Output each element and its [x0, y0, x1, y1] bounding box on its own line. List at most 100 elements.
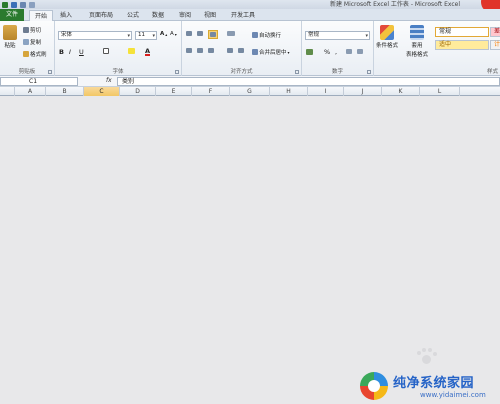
paw-watermark-icon [415, 348, 437, 366]
align-bottom-icon [210, 32, 216, 37]
wrap-text-button[interactable]: 自动换行 [252, 31, 281, 39]
comma-style-button[interactable]: , [335, 48, 337, 56]
increase-indent-button[interactable] [238, 48, 244, 53]
group-label-number: 数字 [331, 69, 343, 75]
save-icon[interactable] [11, 1, 17, 8]
column-header-k[interactable]: K [382, 87, 420, 96]
tab-insert[interactable]: 插入 [55, 10, 77, 21]
align-left-button[interactable] [186, 48, 192, 53]
merge-center-button[interactable]: 合并后居中 ▾ [252, 48, 290, 56]
shrink-font-button[interactable]: A ▾ [170, 31, 177, 37]
paste-button[interactable]: 粘贴 [3, 25, 17, 49]
orientation-icon [227, 31, 235, 36]
decrease-decimal-button[interactable] [357, 49, 363, 54]
tab-page-layout[interactable]: 页面布局 [84, 10, 118, 21]
group-styles: 条件格式 套用 表格格式 常规 差 适中 计 样式 [374, 21, 500, 76]
tab-data[interactable]: 数据 [147, 10, 169, 21]
format-painter-button[interactable]: 格式刷 [23, 50, 47, 58]
merge-center-label: 合并后居中 [259, 50, 287, 56]
copy-button[interactable]: 复制 [23, 38, 41, 46]
format-as-table-line1: 套用 [411, 43, 423, 49]
fill-color-button[interactable] [128, 48, 135, 54]
insert-function-button[interactable]: fx [106, 77, 112, 84]
column-header-c[interactable]: C [84, 87, 120, 96]
group-font: 宋体 ▾ 11 ▾ A ▴ A ▾ B I U A 字体 [55, 21, 182, 76]
watermark-text: 纯净系统家园 [393, 376, 475, 391]
window-title: 新建 Microsoft Excel 工作表 - Microsoft Excel [330, 1, 461, 8]
border-button[interactable] [103, 48, 109, 54]
column-headers: ABCDEFGHIJKL [0, 87, 500, 96]
align-bottom-button[interactable] [208, 30, 218, 39]
decrease-indent-icon [227, 48, 233, 53]
group-clipboard: 粘贴 剪切 复制 格式刷 剪贴板 [0, 21, 55, 76]
formula-input[interactable]: 类别 [117, 77, 500, 86]
tab-formulas[interactable]: 公式 [122, 10, 144, 21]
brush-icon [23, 51, 29, 57]
column-header-j[interactable]: J [344, 87, 382, 96]
increase-decimal-button[interactable] [346, 49, 352, 54]
ribbon-home: 粘贴 剪切 复制 格式刷 剪贴板 宋体 ▾ 11 ▾ A ▴ A ▾ B I U… [0, 21, 500, 76]
column-header-l[interactable]: L [420, 87, 460, 96]
cell-style-neutral[interactable]: 适中 [435, 40, 489, 50]
font-size-value: 11 [138, 32, 145, 38]
tab-file[interactable]: 文件 [0, 9, 24, 21]
undo-icon[interactable] [20, 1, 26, 8]
align-right-button[interactable] [208, 48, 214, 53]
name-box[interactable]: C1 [0, 77, 78, 86]
cut-button[interactable]: 剪切 [23, 26, 41, 34]
grow-font-button[interactable]: A ▴ [160, 31, 167, 37]
conditional-format-button[interactable]: 条件格式 [376, 25, 398, 49]
align-center-icon [197, 48, 203, 53]
align-center-button[interactable] [197, 48, 203, 53]
excel-logo-icon [2, 1, 8, 8]
column-header-h[interactable]: H [270, 87, 308, 96]
group-alignment: 自动换行 合并后居中 ▾ 对齐方式 [182, 21, 302, 76]
chevron-down-icon: ▾ [152, 33, 155, 39]
font-name-combo[interactable]: 宋体 ▾ [58, 31, 132, 40]
italic-button[interactable]: I [69, 48, 71, 56]
column-header-f[interactable]: F [192, 87, 230, 96]
column-header-e[interactable]: E [156, 87, 192, 96]
align-right-icon [208, 48, 214, 53]
paste-icon [3, 25, 17, 40]
format-as-table-button[interactable]: 套用 表格格式 [406, 25, 428, 58]
bold-button[interactable]: B [59, 48, 64, 56]
percent-button[interactable]: % [324, 48, 330, 56]
orientation-button[interactable] [227, 31, 235, 36]
scissors-icon [23, 27, 29, 33]
decrease-decimal-icon [357, 49, 363, 54]
cell-style-normal[interactable]: 常规 [435, 27, 489, 37]
column-header-g[interactable]: G [230, 87, 270, 96]
align-middle-button[interactable] [197, 31, 203, 36]
tab-home[interactable]: 开始 [29, 10, 53, 21]
underline-button[interactable]: U [79, 48, 84, 56]
select-all-corner[interactable] [0, 87, 15, 96]
cell-style-calculation[interactable]: 计 [490, 40, 500, 50]
title-bar: 新建 Microsoft Excel 工作表 - Microsoft Excel [0, 0, 500, 13]
column-header-a[interactable]: A [15, 87, 46, 96]
clipboard-launcher-icon[interactable] [48, 70, 52, 74]
group-label-clipboard: 剪贴板 [18, 69, 36, 75]
decrease-indent-button[interactable] [227, 48, 233, 53]
font-size-combo[interactable]: 11 ▾ [135, 31, 157, 40]
number-launcher-icon[interactable] [367, 70, 371, 74]
font-color-button[interactable]: A [145, 48, 151, 56]
redo-icon[interactable] [29, 1, 35, 8]
cut-label: 剪切 [30, 28, 42, 34]
column-header-d[interactable]: D [120, 87, 156, 96]
chevron-down-icon: ▾ [365, 33, 368, 39]
cell-style-bad[interactable]: 差 [490, 27, 500, 37]
font-launcher-icon[interactable] [175, 70, 179, 74]
column-header-b[interactable]: B [46, 87, 84, 96]
align-top-button[interactable] [186, 31, 192, 36]
increase-decimal-icon [346, 49, 352, 54]
tab-developer[interactable]: 开发工具 [226, 10, 260, 21]
accounting-format-button[interactable] [306, 49, 313, 55]
number-format-combo[interactable]: 常规 ▾ [305, 31, 370, 40]
tab-review[interactable]: 审阅 [174, 10, 196, 21]
excel-window: 新建 Microsoft Excel 工作表 - Microsoft Excel… [0, 0, 500, 404]
tab-view[interactable]: 视图 [199, 10, 221, 21]
alignment-launcher-icon[interactable] [295, 70, 299, 74]
copy-label: 复制 [30, 40, 42, 46]
column-header-i[interactable]: I [308, 87, 344, 96]
